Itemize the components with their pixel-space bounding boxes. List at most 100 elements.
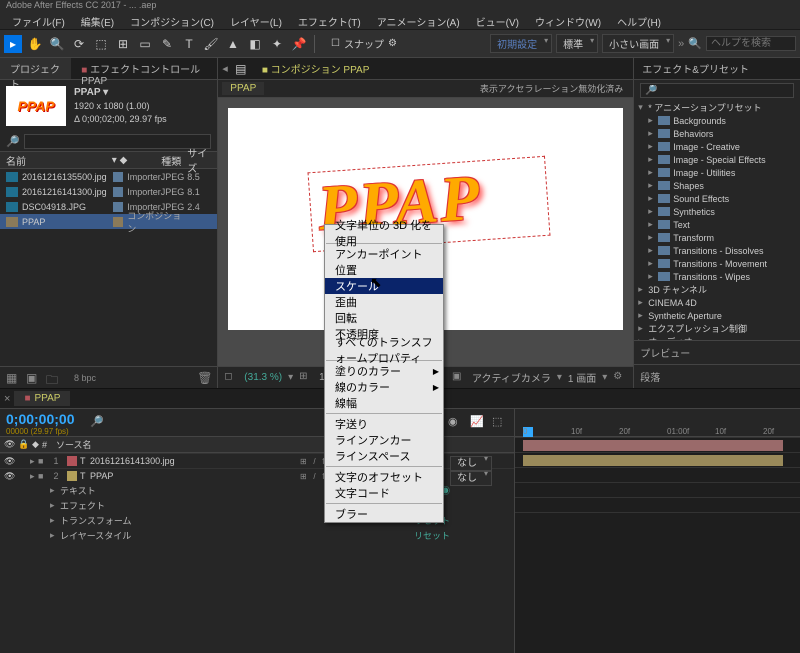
nav-back-icon[interactable]: ◂ (222, 62, 228, 75)
context-menu-item[interactable]: 文字コード (325, 485, 443, 501)
project-item[interactable]: 20161216135500.jpgImporterJPEG8.5 (0, 169, 217, 184)
draft3d-icon[interactable]: ⬚ (492, 415, 508, 431)
preset-folder[interactable]: ▸Sound Effects (634, 192, 800, 205)
text-tool-icon[interactable]: T (180, 35, 198, 53)
preset-folder[interactable]: ▸Transitions - Wipes (634, 270, 800, 283)
tab-effects-presets[interactable]: エフェクト&プリセット (634, 58, 757, 79)
pen-tool-icon[interactable]: ✎ (158, 35, 176, 53)
paragraph-panel-header[interactable]: 段落 (634, 364, 800, 388)
eraser-tool-icon[interactable]: ◧ (246, 35, 264, 53)
context-menu-item[interactable]: 文字のオフセット (325, 469, 443, 485)
rotate-tool-icon[interactable]: ⟳ (70, 35, 88, 53)
effect-category[interactable]: ▸3D チャンネル (634, 283, 800, 296)
context-menu-item[interactable]: すべてのトランスフォームプロパティ (325, 342, 443, 358)
workspace-small-dropdown[interactable]: 小さい画面 (602, 34, 674, 53)
new-folder-icon[interactable]: 🗀 (46, 371, 60, 385)
tl-search-icon[interactable]: 🔎 (90, 415, 106, 431)
tab-timeline-comp[interactable]: ■PPAP (14, 391, 70, 406)
layer-bar[interactable] (523, 440, 783, 451)
views-dropdown[interactable]: 1 画面 (568, 370, 596, 385)
preset-folder[interactable]: ▸Synthetics (634, 205, 800, 218)
hand-tool-icon[interactable]: ✋ (26, 35, 44, 53)
menu-layer[interactable]: レイヤー(L) (222, 12, 290, 29)
shape-tool-icon[interactable]: ▭ (136, 35, 154, 53)
brush-tool-icon[interactable]: 🖌 (202, 35, 220, 53)
region-icon[interactable]: ◻ (224, 371, 238, 385)
tab-effect-controls[interactable]: ■ エフェクトコントロール PPAP (71, 58, 217, 79)
menu-view[interactable]: ビュー(V) (468, 12, 527, 29)
preset-folder[interactable]: ▸Image - Utilities (634, 166, 800, 179)
menu-composition[interactable]: コンポジション(C) (122, 12, 222, 29)
context-menu-item[interactable]: スケール (325, 278, 443, 294)
timeline-menu-icon[interactable]: × (4, 393, 10, 405)
context-menu-item[interactable]: ラインアンカー (325, 432, 443, 448)
preset-folder[interactable]: ▸Transitions - Movement (634, 257, 800, 270)
motion-blur-icon[interactable]: ◉ (448, 415, 464, 431)
workspace-initial-dropdown[interactable]: 初期設定 (490, 34, 552, 53)
zoom-dropdown[interactable]: (31.3 %) (244, 372, 282, 383)
context-menu-item[interactable]: 回転 (325, 310, 443, 326)
workspace-standard-dropdown[interactable]: 標準 (556, 34, 598, 53)
help-search-input[interactable] (706, 36, 796, 51)
col-label-icon[interactable]: ▾ ◆ (112, 155, 128, 166)
preview-panel-header[interactable]: プレビュー (634, 340, 800, 364)
effects-search-input[interactable] (640, 83, 794, 98)
parent-dropdown[interactable]: なし (450, 471, 492, 486)
camera-dropdown[interactable]: アクティブカメラ (472, 370, 551, 385)
visibility-toggle[interactable]: 👁 (4, 456, 16, 467)
col-type[interactable]: 種類 (127, 153, 187, 168)
tab-composition[interactable]: ■ コンポジション PPAP (254, 58, 378, 79)
menu-help[interactable]: ヘルプ(H) (609, 12, 669, 29)
zoom-tool-icon[interactable]: 🔍 (48, 35, 66, 53)
interpret-footage-icon[interactable]: ▦ (6, 371, 20, 385)
menu-edit[interactable]: 編集(E) (73, 12, 122, 29)
col-source-name[interactable]: ソース名 (52, 438, 364, 451)
menu-file[interactable]: ファイル(F) (4, 12, 73, 29)
comp-panel-menu-icon[interactable]: ▤ (232, 60, 250, 78)
preset-folder[interactable]: ▾* アニメーションプリセット (634, 101, 800, 114)
context-menu-item[interactable]: 線のカラー▶ (325, 379, 443, 395)
graph-editor-icon[interactable]: 📈 (470, 415, 486, 431)
preset-folder[interactable]: ▸Image - Special Effects (634, 153, 800, 166)
time-ruler[interactable]: 010f20f01:00f10f20f (515, 409, 800, 437)
context-menu-item[interactable]: 文字単位の 3D 化を使用 (325, 225, 443, 241)
resolution-icon[interactable]: ⊞ (299, 371, 313, 385)
project-item[interactable]: PPAPコンポジション (0, 214, 217, 229)
layer-color[interactable] (67, 471, 77, 481)
preset-folder[interactable]: ▸Image - Creative (634, 140, 800, 153)
layer-color[interactable] (67, 456, 77, 466)
context-menu-item[interactable]: 線幅 (325, 395, 443, 411)
puppet-tool-icon[interactable]: 📌 (290, 35, 308, 53)
pan-behind-tool-icon[interactable]: ⊞ (114, 35, 132, 53)
stamp-tool-icon[interactable]: ▲ (224, 35, 242, 53)
effect-category[interactable]: ▸エクスプレッション制御 (634, 322, 800, 335)
project-bpc[interactable]: 8 bpc (74, 373, 96, 383)
menu-animation[interactable]: アニメーション(A) (369, 12, 468, 29)
preset-folder[interactable]: ▸Behaviors (634, 127, 800, 140)
context-menu-item[interactable]: ラインスペース (325, 448, 443, 464)
project-search-input[interactable] (24, 134, 212, 149)
viewer-mask-icon[interactable]: ▣ (452, 371, 466, 385)
preset-folder[interactable]: ▸Text (634, 218, 800, 231)
visibility-toggle[interactable]: 👁 (4, 471, 16, 482)
preset-folder[interactable]: ▸Transitions - Dissolves (634, 244, 800, 257)
effect-category[interactable]: ▸Synthetic Aperture (634, 309, 800, 322)
effect-category[interactable]: ▸CINEMA 4D (634, 296, 800, 309)
layer-bar[interactable] (523, 455, 783, 466)
menu-effect[interactable]: エフェクト(T) (290, 12, 369, 29)
context-menu-item[interactable]: 塗りのカラー▶ (325, 363, 443, 379)
viewer-options-icon[interactable]: ⚙ (613, 371, 627, 385)
layer-property[interactable]: ▸レイヤースタイルリセット (0, 528, 514, 543)
tab-project[interactable]: プロジェクト (0, 58, 71, 79)
comp-breadcrumb[interactable]: PPAP (222, 82, 264, 95)
snap-toggle[interactable]: ☐ スナップ ⚙ (331, 36, 397, 51)
timeline-track-area[interactable]: 010f20f01:00f10f20f (515, 409, 800, 653)
col-name[interactable]: 名前 (6, 153, 112, 168)
context-menu-item[interactable]: ブラー (325, 506, 443, 522)
new-comp-icon[interactable]: ▣ (26, 371, 40, 385)
context-menu-item[interactable]: 歪曲 (325, 294, 443, 310)
selection-tool-icon[interactable]: ▸ (4, 35, 22, 53)
preset-folder[interactable]: ▸Transform (634, 231, 800, 244)
project-item[interactable]: 20161216141300.jpgImporterJPEG8.1 (0, 184, 217, 199)
preset-folder[interactable]: ▸Backgrounds (634, 114, 800, 127)
